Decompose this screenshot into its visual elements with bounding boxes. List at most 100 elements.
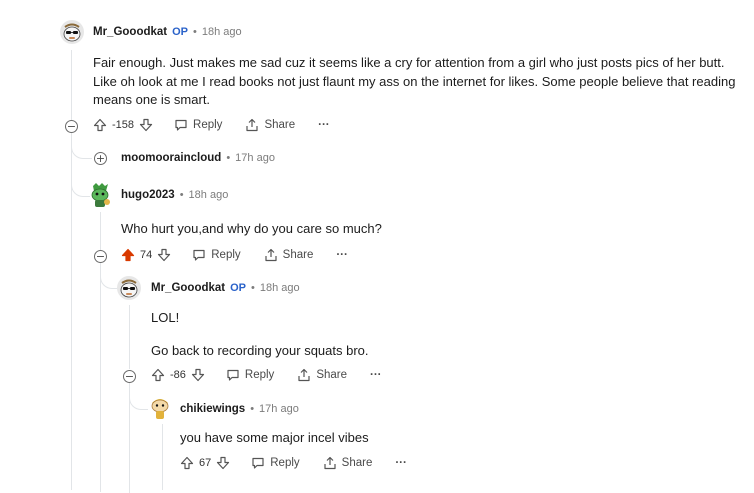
timestamp[interactable]: 17h ago <box>259 403 299 415</box>
arrow-up-icon[interactable] <box>121 248 135 262</box>
arrow-down-icon[interactable] <box>139 118 153 132</box>
share-label: Share <box>316 369 347 381</box>
arrow-down-icon[interactable] <box>216 456 230 470</box>
comment-paragraph: Who hurt you,and why do you care so much… <box>121 221 382 236</box>
separator: • <box>250 403 255 415</box>
share-button[interactable]: Share <box>297 368 347 382</box>
vote-score: 74 <box>140 249 153 261</box>
vote-score: -158 <box>112 119 135 131</box>
share-button[interactable]: Share <box>323 456 373 470</box>
arrow-down-icon[interactable] <box>191 368 205 382</box>
speech-bubble-icon <box>193 249 205 261</box>
share-label: Share <box>341 457 373 469</box>
comment-header: Mr_Gooodkat OP • 18h ago <box>151 282 300 294</box>
comment-body: you have some major incel vibes <box>180 429 720 448</box>
comment-body: LOL! Go back to recording your squats br… <box>151 309 731 360</box>
minus-circle-icon: − <box>124 370 135 383</box>
avatar[interactable] <box>117 276 141 300</box>
reply-button[interactable]: Reply <box>251 456 300 470</box>
comment-body: Who hurt you,and why do you care so much… <box>121 220 721 239</box>
speech-bubble-icon <box>252 457 264 469</box>
plus-circle-icon: + <box>95 152 106 165</box>
op-badge: OP <box>230 282 247 294</box>
username[interactable]: moomooraincloud <box>121 152 221 164</box>
action-bar: -158 Reply Share ··· <box>93 118 330 132</box>
avatar[interactable] <box>60 20 84 44</box>
vote-score: 67 <box>199 457 212 469</box>
vote-score: -86 <box>170 369 186 381</box>
separator: • <box>251 282 255 294</box>
more-options-button[interactable]: ··· <box>395 457 407 469</box>
comment-header: hugo2023 • 18h ago <box>121 189 228 201</box>
reply-label: Reply <box>211 249 241 261</box>
avatar[interactable] <box>88 182 112 208</box>
snoo-avatar-icon <box>63 23 81 42</box>
username[interactable]: hugo2023 <box>121 189 175 201</box>
reply-label: Reply <box>270 457 300 469</box>
share-icon <box>298 368 310 382</box>
collapse-button[interactable]: − <box>123 370 136 383</box>
comment-paragraph: you have some major incel vibes <box>180 430 369 445</box>
username[interactable]: Mr_Gooodkat <box>93 26 167 38</box>
snoo-avatar-icon <box>91 183 110 207</box>
vote-group: -86 <box>151 368 205 382</box>
vote-group: -158 <box>93 118 153 132</box>
vote-group: 67 <box>180 456 230 470</box>
snoo-avatar-icon <box>151 399 169 419</box>
share-button[interactable]: Share <box>264 248 314 262</box>
username[interactable]: Mr_Gooodkat <box>151 282 225 294</box>
timestamp[interactable]: 18h ago <box>189 189 229 201</box>
more-options-button[interactable]: ··· <box>370 369 382 381</box>
separator: • <box>226 152 231 164</box>
separator: • <box>179 189 184 201</box>
arrow-down-icon[interactable] <box>157 248 171 262</box>
separator: • <box>193 26 197 38</box>
expand-button[interactable]: + <box>94 152 107 165</box>
share-label: Share <box>282 249 314 261</box>
reply-label: Reply <box>244 369 275 381</box>
arrow-up-icon[interactable] <box>180 456 194 470</box>
share-icon <box>246 118 259 132</box>
snoo-avatar-icon <box>120 279 138 298</box>
reply-label: Reply <box>193 119 223 131</box>
thread-line <box>162 424 163 490</box>
reply-button[interactable]: Reply <box>174 118 222 132</box>
minus-circle-icon: − <box>95 250 106 263</box>
comment-paragraph: Go back to recording your squats bro. <box>151 342 369 358</box>
thread-line <box>100 262 101 492</box>
vote-group: 74 <box>121 248 171 262</box>
share-icon <box>265 248 277 262</box>
arrow-up-icon[interactable] <box>93 118 107 132</box>
arrow-up-icon[interactable] <box>151 368 165 382</box>
avatar[interactable] <box>148 394 172 420</box>
thread-line <box>129 305 130 369</box>
comment-paragraph: Fair enough. Just makes me sad cuz it se… <box>93 55 736 107</box>
reply-button[interactable]: Reply <box>226 368 274 382</box>
speech-bubble-icon <box>227 369 239 381</box>
thread-line <box>100 212 101 252</box>
share-icon <box>324 456 336 470</box>
share-button[interactable]: Share <box>245 118 295 132</box>
collapse-button[interactable]: − <box>65 120 78 133</box>
action-bar: -86 Reply Share ··· <box>151 368 382 382</box>
username[interactable]: chikiewings <box>180 403 245 415</box>
share-label: Share <box>264 119 296 131</box>
speech-bubble-icon <box>175 119 187 131</box>
comment-paragraph: LOL! <box>151 310 180 325</box>
comment-header: chikiewings • 17h ago <box>180 403 299 415</box>
timestamp[interactable]: 18h ago <box>202 26 242 38</box>
more-options-button[interactable]: ··· <box>318 119 330 131</box>
timestamp[interactable]: 18h ago <box>260 282 300 294</box>
action-bar: 74 Reply Share ··· <box>121 248 348 262</box>
comment-header: moomooraincloud • 17h ago <box>121 152 275 164</box>
thread-line <box>71 50 72 490</box>
reply-button[interactable]: Reply <box>192 248 241 262</box>
more-options-button[interactable]: ··· <box>336 249 348 261</box>
comment-body: Fair enough. Just makes me sad cuz it se… <box>93 54 738 110</box>
collapse-button[interactable]: − <box>94 250 107 263</box>
thread-branch <box>100 262 119 289</box>
minus-circle-icon: − <box>66 120 77 133</box>
op-badge: OP <box>172 26 189 38</box>
timestamp[interactable]: 17h ago <box>235 152 275 164</box>
comment-header: Mr_Gooodkat OP • 18h ago <box>93 26 242 38</box>
